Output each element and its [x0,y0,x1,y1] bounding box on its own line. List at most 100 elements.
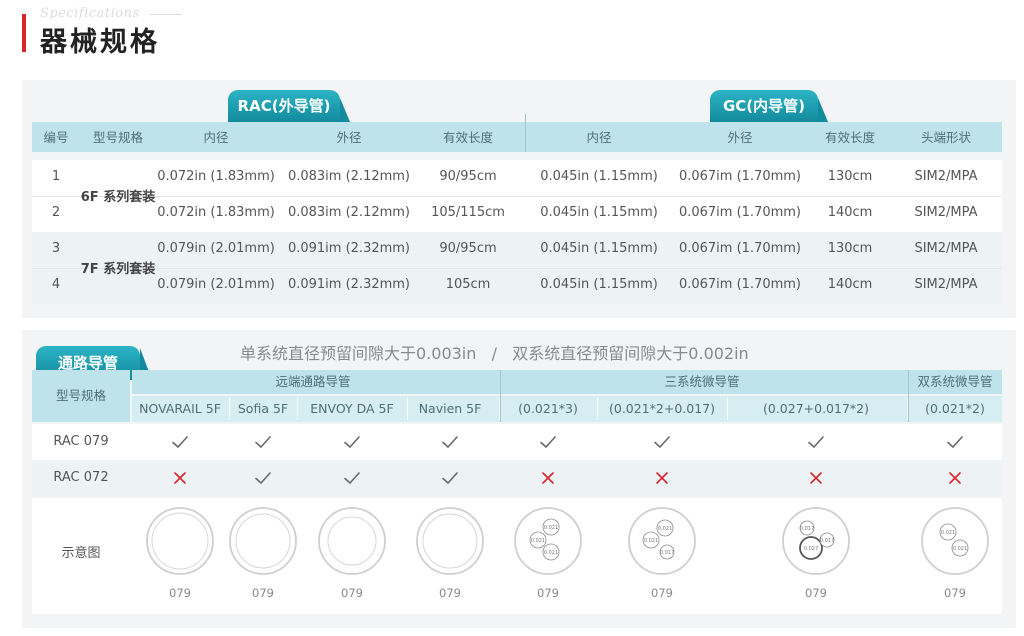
access-catheter-panel: 通路导管 单系统直径预留间隙大于0.003in / 双系统直径预留间隙大于0.0… [22,330,1016,628]
row-number: 4 [51,277,61,292]
diagram-caption: 079 [169,586,191,600]
catheter-cross-section [145,506,215,576]
sub-header: ENVOY DA 5F [310,401,394,416]
model-header: 型号规格 [55,388,106,403]
section-subtitle: Specifications [40,6,140,21]
spec-value: 90/95cm [439,241,497,256]
check-icon [806,432,826,452]
spec-value: 130cm [827,169,873,184]
cross-icon [652,468,672,488]
spec-table-panel: RAC(外导管) GC(内导管) 编号 型号规格 内径 外径 有效长度 内径 外径 有效长度 头… [22,80,1016,318]
check-icon [652,432,672,452]
column-header: 有效长度 [824,130,875,145]
column-header: 外径 [336,130,362,145]
micro-catheter-label: 0.021 [531,538,545,544]
catheter-cross-section: 0.021 0.021 0.021 [513,506,583,576]
cross-section-svg [416,507,484,575]
cross-section-svg [146,507,214,575]
micro-catheter-label: 0.021 [544,550,558,556]
spec-value: 0.045in (1.15mm) [540,277,658,292]
tab-rac-tail [340,98,350,122]
column-header: 内径 [586,130,612,145]
column-header: 外径 [727,130,753,145]
sub-header-divider [597,398,598,420]
cross-section-svg: 0.021 0.021 0.021 [514,507,582,575]
spec-value: 0.067im (1.70mm) [678,277,802,292]
check-icon [342,432,362,452]
catheter-cross-section [317,506,387,576]
group-header: 远端通路导管 [275,374,351,389]
title-accent-bar [22,14,26,52]
diagram-caption: 079 [944,586,966,600]
tab-rac-label: RAC(外导管) [237,97,331,115]
catheter-cross-section: 0.017 0.027 0.017 [781,506,851,576]
group-header: 三系统微导管 [664,374,740,389]
cross-section-svg: 0.0210.0210.017 [628,507,696,575]
sub-header: (0.021*3) [518,401,578,416]
micro-catheter-label: 0.021 [544,525,558,531]
micro-catheter-label: 0.021 [953,546,967,552]
row-number: 3 [51,241,61,256]
spec-value: 0.083im (2.12mm) [287,169,411,184]
model-label: RAC 079 [53,434,109,449]
spec-value: SIM2/MPA [914,241,978,256]
spec-value: 0.067im (1.70mm) [678,169,802,184]
spec-value: SIM2/MPA [914,205,978,220]
row-divider [32,196,1002,197]
tab-gc: GC(内导管) [710,90,818,122]
cross-icon [538,468,558,488]
spec-value: 140cm [827,277,873,292]
spec-value: 0.091im (2.32mm) [287,241,411,256]
cross-icon [170,468,190,488]
column-header: 有效长度 [442,130,493,145]
check-icon [440,468,460,488]
column-header: 型号规格 [92,130,143,145]
check-icon [170,432,190,452]
sub-header-divider [229,398,230,420]
clearance-note: 单系统直径预留间隙大于0.003in / 双系统直径预留间隙大于0.002in [240,344,749,363]
spec-value: 140cm [827,205,873,220]
diagram-caption: 079 [537,586,559,600]
header-divider [525,114,526,152]
sub-header: (0.027+0.017*2) [763,401,869,416]
check-icon [440,432,460,452]
spec-value: 0.045in (1.15mm) [540,241,658,256]
column-header: 内径 [203,130,229,145]
check-icon [945,432,965,452]
sub-header-divider [297,398,298,420]
sub-header-divider [727,398,728,420]
model-label: RAC 072 [53,470,109,485]
check-icon [253,432,273,452]
sub-header: Navien 5F [418,401,482,416]
sub-header-divider [407,398,408,420]
diagram-row-label: 示意图 [61,546,101,561]
micro-catheter-label: 0.017 [820,538,834,544]
micro-catheter-label: 0.017 [660,550,674,556]
tab-gc-tail [818,98,828,122]
micro-catheter-label: 0.021 [644,538,658,544]
cross-section-svg [318,507,386,575]
diagram-caption: 079 [805,586,827,600]
tab-rac: RAC(外导管) [228,90,340,122]
spec-value: 0.072in (1.83mm) [157,169,275,184]
check-icon [342,468,362,488]
cross-icon [806,468,826,488]
spec-value: 0.045in (1.15mm) [540,169,658,184]
spec-value: SIM2/MPA [914,169,978,184]
catheter-cross-section [415,506,485,576]
row-number: 2 [51,205,61,220]
diagram-caption: 079 [252,586,274,600]
cross-section-svg: 0.021 0.021 [921,507,989,575]
catheter-cross-section: 0.021 0.021 0.017 [627,506,697,576]
spec-value: 105/115cm [431,205,505,220]
row-divider [32,268,1002,269]
check-icon [253,468,273,488]
spec-value: 0.067im (1.70mm) [678,241,802,256]
spec-value: 0.072in (1.83mm) [157,205,275,220]
catheter-cross-section [228,506,298,576]
sub-header: (0.021*2) [925,401,985,416]
sub-header-divider [907,398,908,420]
spec-value: 0.079in (2.01mm) [157,241,275,256]
row-number: 1 [51,169,61,184]
section-title: 器械规格 [40,27,160,58]
